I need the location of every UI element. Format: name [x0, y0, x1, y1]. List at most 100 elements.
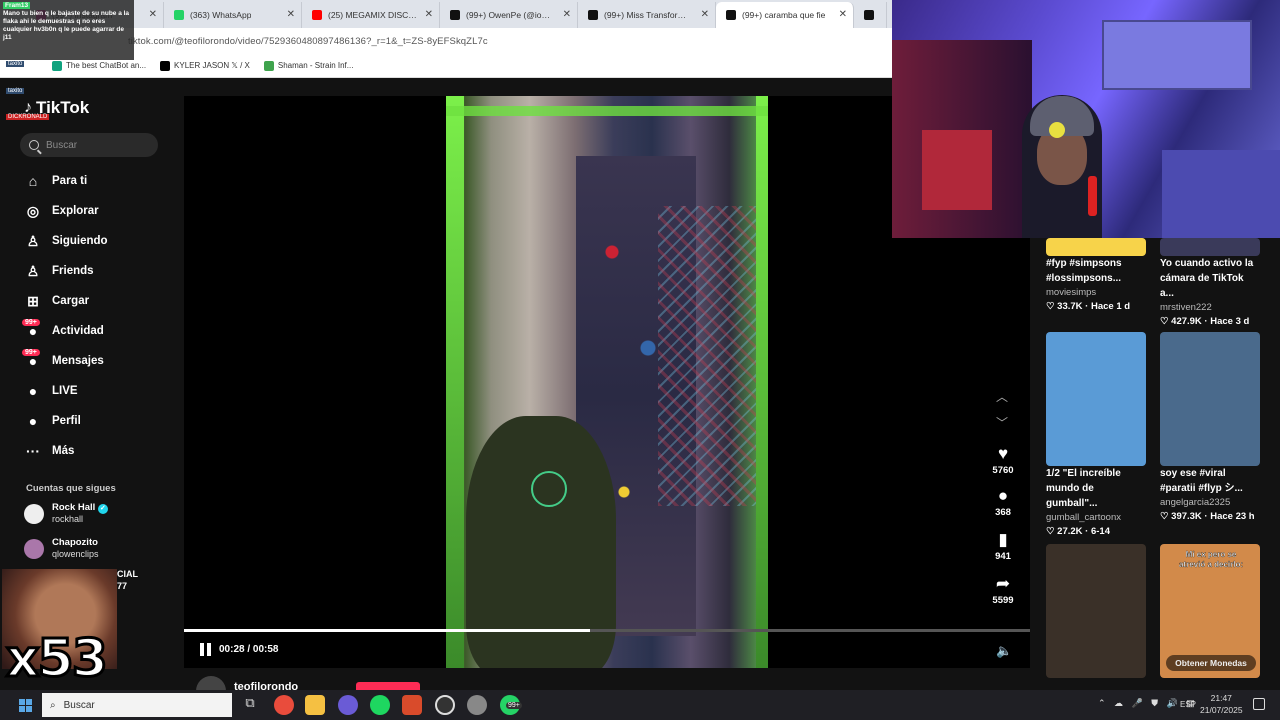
sidebar-item-live[interactable]: ● LIVE	[24, 376, 108, 406]
get-coins-button[interactable]: Obtener Monedas	[1166, 655, 1256, 671]
video-author[interactable]: angelgarcia2325	[1160, 496, 1260, 510]
heart-icon: ♡	[1160, 511, 1172, 522]
search-input[interactable]: Buscar	[20, 133, 158, 157]
close-icon[interactable]: ✕	[425, 9, 433, 20]
video-author[interactable]: moviesimps	[1046, 286, 1146, 300]
heart-icon: ♥	[997, 444, 1009, 463]
close-icon[interactable]: ✕	[149, 9, 157, 20]
browser-tab[interactable]: (9	[854, 2, 887, 28]
clock[interactable]: 21:47 21/07/2025	[1200, 692, 1243, 716]
share-count: 5599	[992, 595, 1014, 606]
sidebar-item-parati[interactable]: ⌂ Para ti	[24, 166, 108, 196]
video-stats: ♡ 33.7K · Hace 1 d	[1046, 301, 1131, 312]
following-icon: ♙	[26, 232, 40, 249]
chat-message: Mano tu bien q le bajaste de su nube a l…	[3, 10, 130, 41]
video-author[interactable]: gumball_cartoonx	[1046, 511, 1146, 525]
close-icon[interactable]: ✕	[287, 9, 295, 20]
video-title[interactable]: 1/2 "El increíble mundo de gumball"...	[1046, 466, 1146, 511]
tab-title: (99+) OwenPe (@iowen_)	[466, 10, 555, 20]
video-thumbnail[interactable]	[1046, 544, 1146, 678]
close-icon[interactable]: ✕	[701, 9, 709, 20]
bookmark-item[interactable]: KYLER JASON 𝕏 / X	[160, 60, 250, 71]
video-green-light	[446, 106, 768, 116]
tab-title: (99+) Miss Transformista	[604, 10, 693, 20]
recommended-video[interactable]	[1046, 544, 1146, 678]
tab-favicon-icon	[174, 10, 184, 20]
chat-tag: taxito	[6, 88, 25, 94]
recommended-video[interactable]: Yo cuando activo la cámara de TikTok a..…	[1160, 238, 1260, 329]
video-frame[interactable]	[446, 96, 768, 668]
followed-account[interactable]: Chapozito qlowenclips	[24, 537, 99, 560]
video-title[interactable]: soy ese #viral #paratii #flyp シ...	[1160, 466, 1260, 496]
close-icon[interactable]: ✕	[563, 9, 571, 20]
sidebar-item-ms[interactable]: ··· Más	[24, 436, 108, 466]
chevron-up-icon[interactable]: ︿	[996, 388, 1008, 405]
sidebar-item-explorar[interactable]: ◎ Explorar	[24, 196, 108, 226]
file-explorer-icon[interactable]	[305, 695, 325, 715]
like-count: 5760	[992, 465, 1014, 476]
browser-tab[interactable]: (99+) caramba que fie ✕	[716, 2, 854, 28]
friends-icon: ♙	[26, 262, 40, 279]
bed	[1162, 150, 1280, 238]
close-icon[interactable]: ✕	[839, 9, 847, 20]
video-progress-bar[interactable]	[184, 629, 1030, 632]
followed-account[interactable]: Rock Hall ✓ rockhall	[24, 502, 108, 525]
clock-date: 21/07/2025	[1200, 705, 1243, 715]
pause-button[interactable]	[200, 643, 212, 656]
upload-icon: ⊞	[27, 292, 39, 309]
chrome-icon[interactable]	[274, 695, 294, 715]
obs-icon[interactable]	[435, 695, 455, 715]
sidebar-item-perfil[interactable]: ● Perfil	[24, 406, 108, 436]
comment-button[interactable]: ● 368	[987, 486, 1019, 518]
video-thumbnail[interactable]	[1160, 238, 1260, 256]
discord-icon[interactable]	[338, 695, 358, 715]
search-placeholder: Buscar	[46, 139, 78, 151]
recommended-video[interactable]: 1/2 "El increíble mundo de gumball"... gu…	[1046, 332, 1146, 539]
video-thumbnail[interactable]	[1046, 332, 1146, 466]
bookmark-item[interactable]: Shaman - Strain Inf...	[263, 60, 353, 71]
chevron-down-icon[interactable]: ﹀	[996, 414, 1008, 431]
share-button[interactable]: ➦ 5599	[987, 574, 1019, 606]
video-thumbnail[interactable]	[1046, 238, 1146, 256]
app-icon[interactable]	[402, 695, 422, 715]
video-title[interactable]: #fyp #simpsons #lossimpsons...	[1046, 256, 1146, 286]
taskbar-search[interactable]: ⌕ Buscar	[42, 693, 232, 717]
compass-icon: ◎	[26, 202, 40, 219]
language-indicator[interactable]: ESP	[1180, 700, 1196, 709]
screen: (99+) Instagram✕(363) WhatsApp✕(25) MEGA…	[0, 0, 1280, 720]
notification-icon[interactable]	[1253, 698, 1265, 710]
windows-start-icon[interactable]	[19, 699, 32, 712]
url-text[interactable]: tiktok.com/@teofilorondo/video/752936048…	[128, 36, 488, 47]
sidebar-item-friends[interactable]: ♙ Friends	[24, 256, 108, 286]
browser-tab[interactable]: (25) MEGAMIX DISCO HO ✕	[302, 2, 440, 28]
search-icon: ⌕	[50, 699, 56, 711]
recommended-video[interactable]: #fyp #simpsons #lossimpsons... moviesimps…	[1046, 238, 1146, 314]
taskbar-search-placeholder: Buscar	[63, 699, 95, 711]
like-button[interactable]: ♥ 5760	[987, 444, 1019, 476]
video-thumbnail[interactable]	[1160, 332, 1260, 466]
volume-icon[interactable]: 🔈	[996, 643, 1012, 659]
browser-tab[interactable]: (99+) Miss Transformista ✕	[578, 2, 716, 28]
sidebar-item-mensajes[interactable]: ● 99+ Mensajes	[22, 346, 108, 376]
recommended-video[interactable]: soy ese #viral #paratii #flyp シ... angelg…	[1160, 332, 1260, 524]
task-view-icon[interactable]: ⧉	[240, 695, 260, 715]
save-button[interactable]: ▮ 941	[987, 530, 1019, 562]
bookmark-favicon-icon	[160, 60, 171, 71]
spotify-icon[interactable]	[370, 695, 390, 715]
bookmark-item[interactable]: The best ChatBot an...	[52, 60, 146, 71]
account-name: Chapozito	[52, 537, 98, 548]
app-icon[interactable]	[467, 695, 487, 715]
tab-favicon-icon	[588, 10, 598, 20]
sidebar-item-actividad[interactable]: ● 99+ Actividad	[22, 316, 108, 346]
video-author[interactable]: mrstiven222	[1160, 301, 1260, 315]
profile-icon: ●	[28, 413, 38, 429]
browser-tab[interactable]: (363) WhatsApp ✕	[164, 2, 302, 28]
video-title[interactable]: Yo cuando activo la cámara de TikTok a..…	[1160, 256, 1260, 301]
avatar	[24, 538, 44, 559]
comment-icon: ●	[997, 486, 1009, 505]
video-time: 00:28 / 00:58	[219, 644, 279, 655]
browser-tab[interactable]: (99+) OwenPe (@iowen_) ✕	[440, 2, 578, 28]
sidebar-item-siguiendo[interactable]: ♙ Siguiendo	[24, 226, 108, 256]
sidebar-item-cargar[interactable]: ⊞ Cargar	[24, 286, 108, 316]
sidebar-item-label: Más	[52, 445, 75, 457]
